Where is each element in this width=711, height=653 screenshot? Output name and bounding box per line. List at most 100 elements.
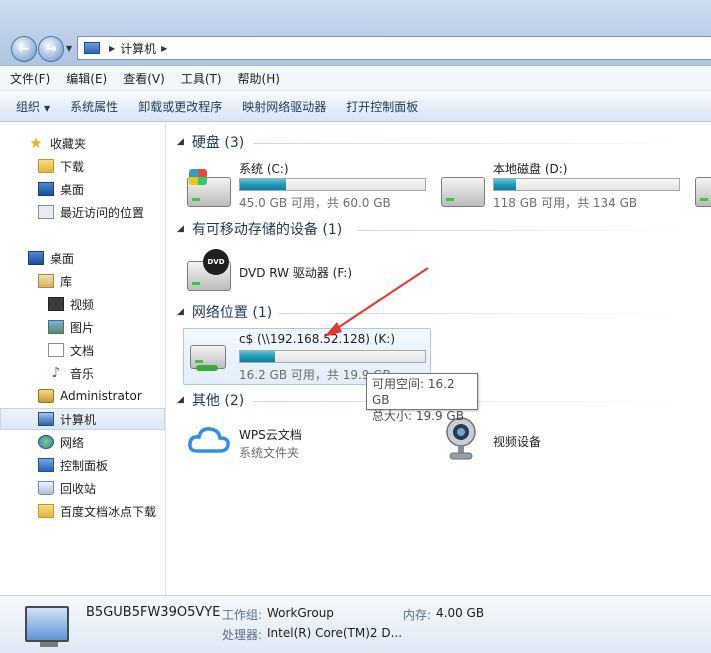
group-divider — [357, 230, 693, 231]
details-pane: B5GUB5FW39O5VYE 工作组: WorkGroup 内存: 4.00 … — [0, 595, 711, 653]
back-button[interactable]: ← — [11, 36, 37, 62]
picture-library-icon — [48, 320, 64, 334]
navigation-pane: ★ 收藏夹 下载 桌面 最近访问的位置 桌面 库 视频 图片 文档 ♪ 音乐 A… — [0, 123, 166, 595]
computer-monitor-icon — [25, 606, 69, 642]
open-control-panel-button[interactable]: 打开控制面板 — [346, 98, 418, 115]
sidebar-item-control-panel[interactable]: 控制面板 — [0, 454, 165, 476]
network-cable-icon — [196, 365, 218, 371]
chevron-down-icon: ▼ — [44, 104, 51, 113]
drive-free-space: 45.0 GB 可用，共 60.0 GB — [239, 196, 391, 210]
uninstall-program-button[interactable]: 卸载或更改程序 — [138, 98, 222, 115]
sidebar-item-label: 图片 — [70, 320, 95, 335]
network-globe-icon — [38, 435, 54, 449]
sidebar-item-label: 视频 — [70, 297, 95, 312]
workgroup-label: 工作组: — [222, 608, 263, 622]
music-note-icon: ♪ — [51, 365, 61, 381]
library-icon — [38, 274, 54, 288]
sidebar-item-desktop[interactable]: 桌面 — [0, 247, 165, 269]
tooltip-total-size: 总大小: 19.9 GB — [372, 409, 464, 423]
sidebar-item-label: 音乐 — [70, 366, 95, 381]
drive-free-space: 118 GB 可用，共 134 GB — [493, 196, 638, 210]
sidebar-item-music[interactable]: ♪ 音乐 — [0, 362, 165, 384]
organize-label: 组织 — [16, 100, 41, 114]
hard-drive-icon[interactable] — [695, 177, 711, 207]
sidebar-item-label: 百度文档冰点下载 — [60, 504, 157, 519]
breadcrumb-chevron-icon[interactable]: ▶ — [161, 44, 167, 53]
star-icon: ★ — [29, 134, 43, 152]
drive-name: c$ (\\192.168.52.128) (K:) — [239, 332, 396, 346]
desktop-icon — [28, 251, 44, 265]
sidebar-item-library[interactable]: 库 — [0, 270, 165, 292]
sidebar-item-label: Administrator — [60, 389, 142, 403]
folder-icon — [38, 504, 54, 518]
drive-usage-fill — [240, 179, 287, 190]
recent-pages-dropdown[interactable]: ▼ — [66, 44, 72, 53]
map-network-drive-button[interactable]: 映射网络驱动器 — [242, 98, 326, 115]
group-title: 网络位置 (1) — [191, 305, 273, 321]
downloads-folder-icon — [38, 159, 54, 173]
group-title: 其他 (2) — [191, 393, 245, 409]
windows-logo-icon — [189, 169, 207, 185]
sidebar-item-videos[interactable]: 视频 — [0, 293, 165, 315]
system-properties-button[interactable]: 系统属性 — [70, 98, 118, 115]
sidebar-item-recent[interactable]: 最近访问的位置 — [0, 201, 165, 223]
group-header-hard-drives[interactable]: ◢ 硬盘 (3) — [177, 132, 244, 152]
recent-places-icon — [38, 205, 54, 219]
hard-drive-icon — [441, 177, 485, 207]
sidebar-item-label: 计算机 — [60, 412, 97, 427]
group-header-other[interactable]: ◢ 其他 (2) — [177, 390, 244, 410]
sidebar-item-desktop-fav[interactable]: 桌面 — [0, 178, 165, 200]
memory-label: 内存: — [403, 608, 432, 622]
sidebar-item-pictures[interactable]: 图片 — [0, 316, 165, 338]
menu-view[interactable]: 查看(V) — [123, 70, 165, 87]
command-bar: 组织 ▼ 系统属性 卸载或更改程序 映射网络驱动器 打开控制面板 — [0, 92, 711, 122]
group-title: 有可移动存储的设备 (1) — [191, 222, 343, 238]
collapse-triangle-icon[interactable]: ◢ — [177, 137, 184, 147]
drive-space-tooltip: 可用空间: 16.2 GB 总大小: 19.9 GB — [366, 373, 478, 423]
breadcrumb-computer[interactable]: 计算机 — [120, 40, 156, 57]
sidebar-item-computer[interactable]: 计算机 — [0, 408, 165, 430]
title-bar: ← → ▼ ▶ 计算机 ▶ — [0, 0, 711, 66]
document-library-icon — [48, 343, 64, 357]
drive-usage-bar — [239, 350, 426, 363]
desktop-icon — [38, 182, 54, 196]
computer-icon — [84, 42, 100, 54]
sidebar-item-downloads[interactable]: 下载 — [0, 155, 165, 177]
organize-button[interactable]: 组织 ▼ — [16, 98, 50, 115]
sidebar-item-recycle-bin[interactable]: 回收站 — [0, 477, 165, 499]
sidebar-item-label: 库 — [60, 274, 73, 289]
sidebar-item-documents[interactable]: 文档 — [0, 339, 165, 361]
sidebar-item-administrator[interactable]: Administrator — [0, 385, 165, 407]
menu-edit[interactable]: 编辑(E) — [66, 70, 107, 87]
drive-usage-fill — [240, 351, 276, 362]
sidebar-item-label: 回收站 — [60, 481, 97, 496]
group-header-network[interactable]: ◢ 网络位置 (1) — [177, 302, 272, 322]
tooltip-free-space: 可用空间: 16.2 GB — [372, 377, 455, 407]
sidebar-item-label: 控制面板 — [60, 458, 109, 473]
drive-usage-fill — [494, 179, 517, 190]
collapse-triangle-icon[interactable]: ◢ — [177, 307, 184, 317]
cloud-icon — [188, 427, 230, 453]
group-divider — [279, 313, 693, 314]
recycle-bin-icon — [38, 481, 54, 495]
menu-file[interactable]: 文件(F) — [10, 70, 50, 87]
collapse-triangle-icon[interactable]: ◢ — [177, 224, 184, 234]
dvd-disc-icon: DVD — [203, 249, 229, 275]
group-header-removable[interactable]: ◢ 有可移动存储的设备 (1) — [177, 219, 342, 239]
sidebar-item-baidu-download[interactable]: 百度文档冰点下载 — [0, 500, 165, 522]
item-name: WPS云文档 — [239, 428, 302, 442]
sidebar-item-network[interactable]: 网络 — [0, 431, 165, 453]
processor-label: 处理器: — [222, 628, 263, 642]
menu-help[interactable]: 帮助(H) — [238, 70, 280, 87]
sidebar-item-favorites[interactable]: ★ 收藏夹 — [0, 132, 165, 154]
drive-name: 本地磁盘 (D:) — [493, 162, 568, 176]
breadcrumb-chevron-icon[interactable]: ▶ — [109, 44, 115, 53]
processor-value: Intel(R) Core(TM)2 D... — [267, 626, 403, 640]
item-name: 视频设备 — [493, 435, 542, 449]
memory-value: 4.00 GB — [436, 606, 485, 620]
menu-tools[interactable]: 工具(T) — [181, 70, 222, 87]
group-divider — [253, 143, 693, 144]
address-bar[interactable]: ▶ 计算机 ▶ — [77, 36, 711, 60]
forward-button[interactable]: → — [38, 36, 64, 62]
collapse-triangle-icon[interactable]: ◢ — [177, 395, 184, 405]
